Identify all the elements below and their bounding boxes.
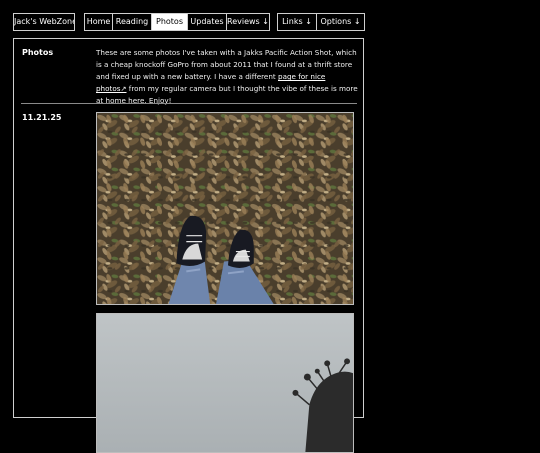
photo-overcast-sky[interactable] (96, 313, 354, 453)
entry-date: 11.21.25 (22, 113, 62, 122)
nav-photos[interactable]: Photos (151, 13, 188, 31)
nav-updates[interactable]: Updates (187, 13, 227, 31)
nav-reading[interactable]: Reading (112, 13, 152, 31)
intro-text-end: from my regular camera but I thought the… (96, 84, 358, 105)
photo-leaves-shoes[interactable] (96, 112, 354, 305)
section-title: Photos (22, 48, 54, 57)
nav-reviews[interactable]: Reviews ↓ (226, 13, 270, 31)
site-home-button[interactable]: Jack's WebZone (13, 13, 75, 31)
intro-text: These are some photos I've taken with a … (96, 47, 358, 107)
divider (21, 103, 357, 104)
content-panel: Photos These are some photos I've taken … (13, 38, 364, 453)
nav-home[interactable]: Home (84, 13, 113, 31)
nav-links[interactable]: Links ↓ (277, 13, 317, 31)
nav-options[interactable]: Options ↓ (316, 13, 365, 31)
